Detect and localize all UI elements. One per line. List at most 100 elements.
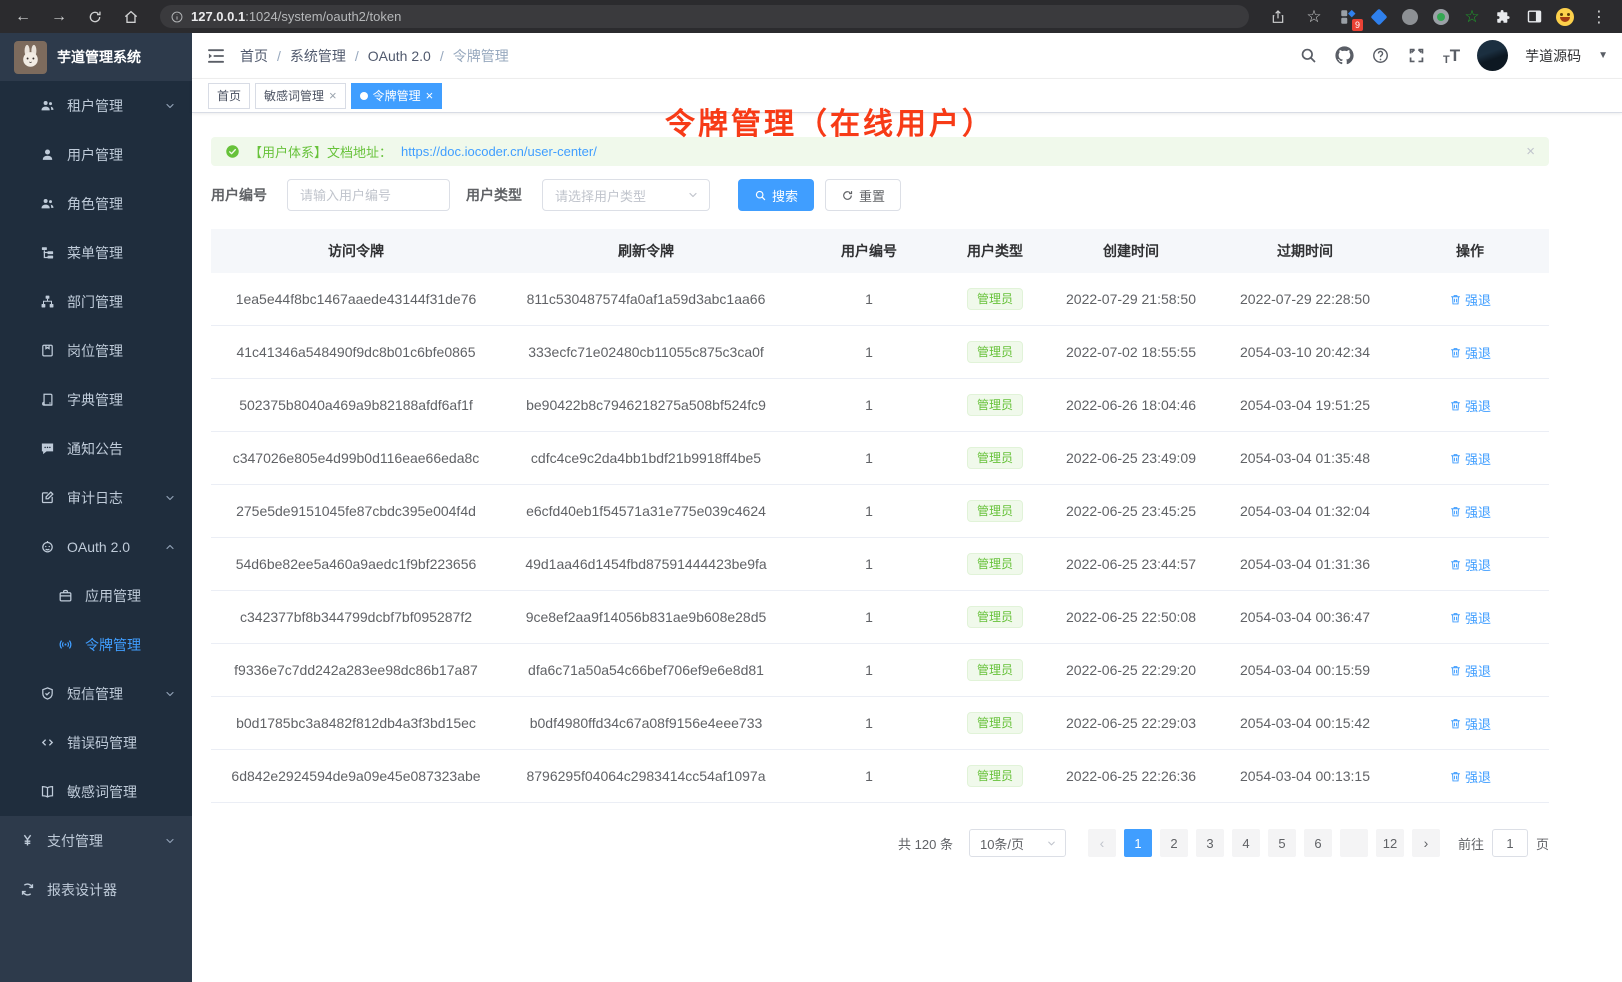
tag-item[interactable]: 敏感词管理× bbox=[255, 83, 346, 109]
tabs-extension-icon[interactable]: 9 bbox=[1337, 6, 1359, 28]
user-avatar[interactable] bbox=[1477, 40, 1508, 71]
sidebar-item-app[interactable]: 应用管理 bbox=[0, 571, 192, 620]
user-type-tag: 管理员 bbox=[967, 606, 1023, 628]
fullscreen-icon[interactable] bbox=[1407, 46, 1426, 65]
font-size-icon[interactable]: TT bbox=[1443, 46, 1460, 66]
sidebar-item-sms[interactable]: 短信管理 bbox=[0, 669, 192, 718]
sidebar-item-user[interactable]: 用户管理 bbox=[0, 130, 192, 179]
sidebar-item-oauth[interactable]: OAuth 2.0 bbox=[0, 522, 192, 571]
browser-reload-button[interactable] bbox=[82, 4, 108, 30]
pager-page-4[interactable]: 4 bbox=[1232, 829, 1260, 857]
code-icon bbox=[40, 735, 55, 750]
user-type-tag: 管理员 bbox=[967, 341, 1023, 363]
extensions-cluster: 9 ☆ bbox=[1337, 6, 1576, 28]
doc-link[interactable]: https://doc.iocoder.cn/user-center/ bbox=[401, 144, 597, 159]
github-icon[interactable] bbox=[1335, 46, 1354, 65]
column-header: 用户编号 bbox=[791, 229, 947, 273]
sidebar-item-users[interactable]: 角色管理 bbox=[0, 179, 192, 228]
puzzle-extensions-icon[interactable] bbox=[1492, 6, 1514, 28]
browser-menu-kebab-icon[interactable]: ⋮ bbox=[1586, 4, 1612, 30]
force-logout-button[interactable]: 强退 bbox=[1449, 555, 1491, 574]
sidebar-item-token[interactable]: 令牌管理 bbox=[0, 620, 192, 669]
tag-active[interactable]: 令牌管理× bbox=[351, 83, 443, 109]
gray-extension-icon[interactable] bbox=[1399, 6, 1421, 28]
sidebar-item-post[interactable]: 岗位管理 bbox=[0, 326, 192, 375]
pager-page-1[interactable]: 1 bbox=[1124, 829, 1152, 857]
page-size-select[interactable]: 10条/页 bbox=[969, 829, 1066, 857]
sidebar-item-code[interactable]: 错误码管理 bbox=[0, 718, 192, 767]
pager-page-3[interactable]: 3 bbox=[1196, 829, 1224, 857]
chevron-up-icon bbox=[164, 541, 176, 553]
browser-home-button[interactable] bbox=[118, 4, 144, 30]
force-logout-button[interactable]: 强退 bbox=[1449, 608, 1491, 627]
force-logout-button[interactable]: 强退 bbox=[1449, 502, 1491, 521]
force-logout-button[interactable]: 强退 bbox=[1449, 661, 1491, 680]
prev-page-button[interactable]: ‹ bbox=[1088, 829, 1116, 857]
app-logo-bar[interactable]: 芋道管理系统 bbox=[0, 33, 192, 81]
search-button[interactable]: 搜索 bbox=[738, 179, 814, 211]
help-icon[interactable] bbox=[1371, 46, 1390, 65]
user-name[interactable]: 芋道源码 bbox=[1525, 46, 1581, 66]
goto-page-input[interactable] bbox=[1492, 829, 1528, 857]
access-token-cell: 41c41346a548490f9dc8b01c6bfe0865 bbox=[211, 326, 501, 379]
user-type-cell: 管理员 bbox=[947, 432, 1043, 485]
browser-back-button[interactable]: ← bbox=[10, 4, 36, 30]
star-extension-icon[interactable]: ☆ bbox=[1461, 6, 1483, 28]
force-logout-button[interactable]: 强退 bbox=[1449, 343, 1491, 362]
browser-forward-button[interactable]: → bbox=[46, 4, 72, 30]
force-logout-button[interactable]: 强退 bbox=[1449, 714, 1491, 733]
force-logout-button[interactable]: 强退 bbox=[1449, 449, 1491, 468]
next-page-button[interactable]: › bbox=[1412, 829, 1440, 857]
force-logout-button[interactable]: 强退 bbox=[1449, 767, 1491, 786]
bookmark-star-icon[interactable]: ☆ bbox=[1301, 4, 1327, 30]
trash-icon bbox=[1449, 664, 1462, 677]
user-id-input[interactable] bbox=[287, 179, 450, 211]
gem-extension-icon[interactable] bbox=[1368, 6, 1390, 28]
created-cell: 2022-06-25 22:29:03 bbox=[1043, 697, 1219, 750]
force-logout-button[interactable]: 强退 bbox=[1449, 396, 1491, 415]
sidebar-item-audit[interactable]: 审计日志 bbox=[0, 473, 192, 522]
tag-close-icon[interactable]: × bbox=[426, 89, 434, 102]
pager-page-12[interactable]: 12 bbox=[1376, 829, 1404, 857]
created-cell: 2022-06-25 23:44:57 bbox=[1043, 538, 1219, 591]
breadcrumb-separator: / bbox=[355, 48, 359, 64]
access-token-cell: c347026e805e4d99b0d116eae66eda8c bbox=[211, 432, 501, 485]
refresh-token-cell: dfa6c71a50a54c66bef706ef9e6e8d81 bbox=[501, 644, 791, 697]
breadcrumb-item[interactable]: 首页 bbox=[240, 46, 268, 66]
share-button[interactable] bbox=[1265, 4, 1291, 30]
sidebar-item-pay[interactable]: 支付管理 bbox=[0, 816, 192, 865]
sidebar-item-users[interactable]: 租户管理 bbox=[0, 81, 192, 130]
sidebar-item-notice[interactable]: 通知公告 bbox=[0, 424, 192, 473]
sidebar-item-dict[interactable]: 字典管理 bbox=[0, 375, 192, 424]
reset-button[interactable]: 重置 bbox=[825, 179, 901, 211]
table-row: c347026e805e4d99b0d116eae66eda8ccdfc4ce9… bbox=[211, 432, 1549, 485]
side-panel-icon[interactable] bbox=[1523, 6, 1545, 28]
user-menu-caret-icon[interactable]: ▼ bbox=[1598, 50, 1608, 61]
refresh-token-cell: 333ecfc71e02480cb11055c875c3ca0f bbox=[501, 326, 791, 379]
pager-page-5[interactable]: 5 bbox=[1268, 829, 1296, 857]
pager-page-2[interactable]: 2 bbox=[1160, 829, 1188, 857]
alert-close-icon[interactable]: × bbox=[1526, 143, 1535, 160]
oauth-icon bbox=[40, 539, 55, 554]
sidebar-item-sitemap[interactable]: 部门管理 bbox=[0, 277, 192, 326]
sidebar-item-word[interactable]: 敏感词管理 bbox=[0, 767, 192, 816]
pager-more[interactable] bbox=[1340, 829, 1368, 857]
sidebar-item-tree[interactable]: 菜单管理 bbox=[0, 228, 192, 277]
url-path: :1024/system/oauth2/token bbox=[245, 9, 401, 24]
force-logout-button[interactable]: 强退 bbox=[1449, 290, 1491, 309]
breadcrumb-item[interactable]: 系统管理 bbox=[290, 46, 346, 66]
tag-item[interactable]: 首页 bbox=[208, 83, 250, 109]
address-bar[interactable]: 127.0.0.1:1024/system/oauth2/token bbox=[160, 5, 1249, 28]
site-info-icon[interactable] bbox=[170, 10, 184, 24]
sidebar-toggle-icon[interactable] bbox=[206, 46, 226, 66]
user-type-select[interactable]: 请选择用户类型 bbox=[542, 179, 710, 211]
tag-close-icon[interactable]: × bbox=[329, 89, 337, 102]
sidebar-item-report[interactable]: 报表设计器 bbox=[0, 865, 192, 914]
record-extension-icon[interactable] bbox=[1430, 6, 1452, 28]
breadcrumb-item[interactable]: OAuth 2.0 bbox=[368, 48, 431, 64]
profile-avatar-icon[interactable] bbox=[1554, 6, 1576, 28]
pager-page-6[interactable]: 6 bbox=[1304, 829, 1332, 857]
total-count: 共 120 条 bbox=[898, 834, 953, 853]
table-header-row: 访问令牌刷新令牌用户编号用户类型创建时间过期时间操作 bbox=[211, 229, 1549, 273]
search-icon[interactable] bbox=[1299, 46, 1318, 65]
